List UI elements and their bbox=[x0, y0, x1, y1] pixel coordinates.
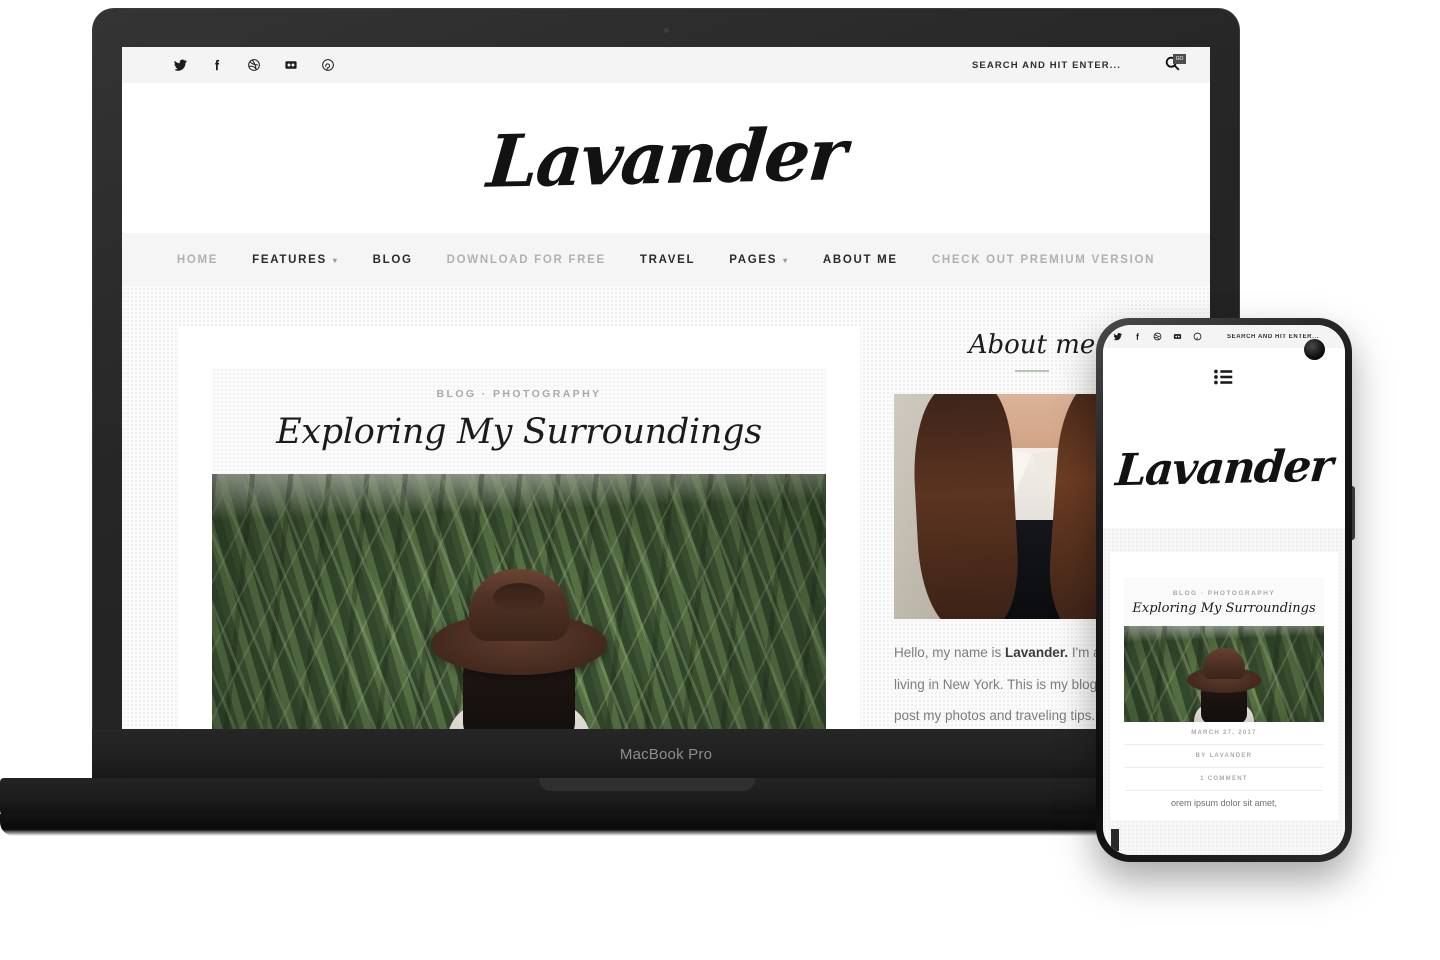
dribbble-icon[interactable] bbox=[246, 58, 261, 73]
macbook-pro-device: GO Lavander HOME FEATURES ▾ BLOG DOWNLOAD… bbox=[0, 8, 1294, 836]
about-text-name: Lavander. bbox=[1005, 645, 1069, 660]
smartphone-device: Lavander BLOG · PHOTOGRAPHY Exploring My… bbox=[1096, 318, 1355, 862]
nav-label: FEATURES bbox=[252, 253, 327, 266]
phone-post-category[interactable]: BLOG · PHOTOGRAPHY bbox=[1124, 590, 1324, 597]
screenshot-stage: GO Lavander HOME FEATURES ▾ BLOG DOWNLOAD… bbox=[0, 0, 1440, 960]
post-category[interactable]: BLOG · PHOTOGRAPHY bbox=[212, 388, 826, 400]
search-badge: GO bbox=[1173, 54, 1186, 64]
twitter-icon[interactable] bbox=[172, 58, 187, 73]
facebook-icon[interactable] bbox=[1133, 332, 1142, 341]
nav-label: HOME bbox=[176, 253, 219, 266]
nav-item-download-for-free[interactable]: DOWNLOAD FOR FREE bbox=[430, 254, 623, 266]
social-links bbox=[172, 58, 335, 73]
pinterest-icon[interactable] bbox=[320, 58, 335, 73]
webcam-icon bbox=[663, 28, 669, 33]
nav-item-check-out-premium-version[interactable]: CHECK OUT PREMIUM VERSION bbox=[915, 254, 1172, 266]
nav-label: BLOG bbox=[372, 253, 413, 266]
flickr-icon[interactable] bbox=[283, 58, 298, 73]
title-divider bbox=[1015, 370, 1049, 372]
laptop-chin: MacBook Pro bbox=[92, 729, 1240, 780]
nav-label: DOWNLOAD FOR FREE bbox=[446, 253, 606, 266]
phone-post-card[interactable]: BLOG · PHOTOGRAPHY Exploring My Surround… bbox=[1110, 552, 1338, 821]
laptop-screen: GO Lavander HOME FEATURES ▾ BLOG DOWNLOAD… bbox=[122, 47, 1210, 729]
desktop-website: GO Lavander HOME FEATURES ▾ BLOG DOWNLOAD… bbox=[122, 47, 1210, 729]
phone-post-card-inner: BLOG · PHOTOGRAPHY Exploring My Surround… bbox=[1124, 578, 1324, 722]
nav-item-blog[interactable]: BLOG bbox=[356, 254, 430, 266]
phone-post-date: MARCH 27, 2017 bbox=[1124, 722, 1324, 745]
site-logo[interactable]: Lavander bbox=[484, 111, 848, 203]
image-vignette bbox=[1124, 625, 1324, 722]
flickr-icon[interactable] bbox=[1173, 332, 1182, 341]
nav-label: PAGES bbox=[729, 253, 778, 266]
chevron-down-icon: ▾ bbox=[783, 256, 789, 265]
nav-item-features[interactable]: FEATURES ▾ bbox=[235, 254, 355, 266]
twitter-icon[interactable] bbox=[1113, 332, 1122, 341]
phone-post-excerpt: orem ipsum dolor sit amet, bbox=[1170, 797, 1278, 808]
phone-site-logo[interactable]: Lavander bbox=[1114, 441, 1334, 497]
search-input[interactable] bbox=[972, 59, 1132, 71]
laptop-model-label: MacBook Pro bbox=[619, 746, 713, 763]
nav-item-about-me[interactable]: ABOUT ME bbox=[806, 254, 915, 266]
phone-content: BLOG · PHOTOGRAPHY Exploring My Surround… bbox=[1103, 528, 1345, 855]
pinterest-icon[interactable] bbox=[1193, 332, 1202, 341]
main-navigation: HOME FEATURES ▾ BLOG DOWNLOAD FOR FREE TR… bbox=[122, 233, 1210, 286]
nav-label: TRAVEL bbox=[639, 253, 696, 266]
image-vignette bbox=[212, 474, 826, 729]
dribbble-icon[interactable] bbox=[1153, 332, 1162, 341]
about-text-line4: photos and traveling tips. bbox=[945, 708, 1096, 724]
about-text-intro: Hello, my name is bbox=[894, 645, 1006, 660]
phone-search-input[interactable] bbox=[1227, 333, 1319, 340]
phone-post-comments[interactable]: 1 COMMENT bbox=[1124, 768, 1324, 791]
search-button[interactable]: GO bbox=[1162, 54, 1186, 75]
list-menu-icon[interactable] bbox=[1213, 366, 1235, 393]
phone-post-featured-image[interactable] bbox=[1124, 625, 1324, 722]
phone-screen: Lavander BLOG · PHOTOGRAPHY Exploring My… bbox=[1103, 325, 1345, 855]
site-search: GO bbox=[972, 54, 1186, 75]
nav-item-travel[interactable]: TRAVEL bbox=[623, 254, 712, 266]
phone-scroll-indicator[interactable] bbox=[1111, 829, 1119, 851]
laptop-base-notch bbox=[539, 778, 755, 791]
site-logo-band: Lavander bbox=[122, 83, 1210, 233]
phone-side-button[interactable] bbox=[1352, 486, 1355, 540]
page-content: BLOG · PHOTOGRAPHY Exploring My Surround… bbox=[122, 286, 1210, 729]
nav-label: ABOUT ME bbox=[822, 253, 898, 266]
nav-item-home[interactable]: HOME bbox=[160, 254, 235, 266]
site-topbar: GO bbox=[122, 47, 1210, 83]
phone-camera-icon bbox=[1304, 339, 1325, 360]
phone-post-title[interactable]: Exploring My Surroundings bbox=[1124, 601, 1324, 617]
portrait-hair-left bbox=[909, 394, 1022, 619]
post-featured-image[interactable] bbox=[212, 474, 826, 729]
post-card[interactable]: BLOG · PHOTOGRAPHY Exploring My Surround… bbox=[178, 326, 860, 729]
about-text-rest1: I'm bbox=[1068, 645, 1090, 660]
nav-label: CHECK OUT PREMIUM VERSION bbox=[931, 253, 1156, 266]
phone-post-author[interactable]: BY LAVANDER bbox=[1124, 745, 1324, 768]
phone-logo-band: Lavander bbox=[1103, 410, 1345, 528]
facebook-icon[interactable] bbox=[209, 58, 224, 73]
chevron-down-icon: ▾ bbox=[332, 256, 339, 265]
post-title[interactable]: Exploring My Surroundings bbox=[212, 412, 826, 452]
laptop-lid: GO Lavander HOME FEATURES ▾ BLOG DOWNLOAD… bbox=[92, 8, 1240, 780]
nav-item-pages[interactable]: PAGES ▾ bbox=[712, 254, 806, 266]
post-card-inner: BLOG · PHOTOGRAPHY Exploring My Surround… bbox=[212, 368, 826, 729]
